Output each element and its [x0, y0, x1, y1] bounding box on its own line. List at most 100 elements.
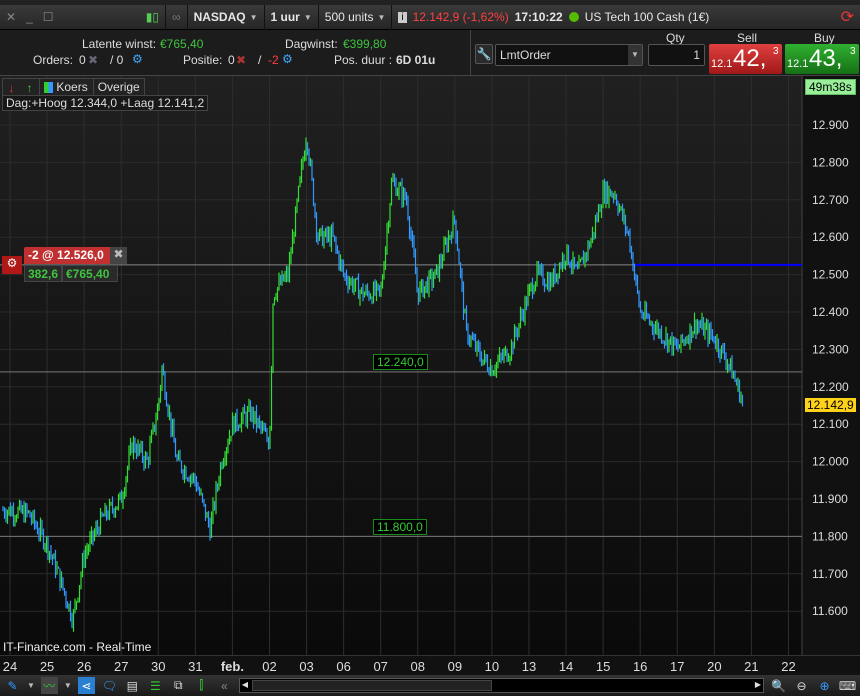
minimize-icon[interactable]: _	[26, 10, 33, 24]
x-tick-label: 02	[262, 659, 277, 674]
position-value: €765,40	[66, 267, 110, 281]
windows-icon[interactable]: ⧉	[170, 677, 187, 694]
zoom-vertical-icon[interactable]: 🔍	[770, 677, 787, 694]
status-dot-icon	[568, 12, 579, 22]
buy-button[interactable]: 12.1 43, 3	[785, 44, 859, 74]
x-tick-label: 10	[484, 659, 500, 674]
horizontal-scrollbar[interactable]: ◀ ▶	[238, 678, 764, 693]
close-position-icon[interactable]: ✖	[236, 53, 246, 67]
latent-label: Latente winst:	[82, 37, 157, 51]
x-tick-label: 09	[447, 659, 463, 674]
pencil-icon[interactable]: ✎	[4, 677, 21, 694]
order-type-select[interactable]: LmtOrder ▼	[495, 44, 643, 66]
position-label: Positie:	[183, 53, 223, 67]
scroll-left-arrow-icon[interactable]: ◀	[242, 680, 248, 689]
tab-koers[interactable]: Koers	[39, 79, 92, 96]
current-price-label: 12.142,9	[805, 398, 856, 412]
exchange-dropdown[interactable]: NASDAQ ▼	[186, 4, 264, 30]
refresh-icon[interactable]: ⟳	[841, 7, 854, 27]
x-tick-label: 15	[595, 659, 611, 674]
wrench-icon[interactable]: 🔧	[475, 44, 493, 64]
sell-button[interactable]: 12.1 42, 3	[709, 44, 782, 74]
chevron-down-icon: ▼	[249, 12, 258, 22]
x-tick-label: 14	[558, 659, 574, 674]
orders-count: 0	[79, 53, 86, 67]
orders-pending: / 0	[110, 53, 124, 67]
level-label[interactable]: 11.800,0	[373, 519, 427, 535]
download-icon[interactable]: ↓	[3, 79, 20, 96]
candles-icon[interactable]: ⫿	[193, 677, 210, 694]
position-size: -2	[268, 53, 279, 67]
x-tick-label: feb.	[220, 659, 244, 674]
day-value: €399,80	[343, 37, 387, 51]
document-icon[interactable]: ▤	[124, 677, 141, 694]
interval-dropdown[interactable]: 1 uur ▼	[263, 4, 318, 30]
zoom-out-icon[interactable]: ⊖	[793, 677, 810, 694]
cancel-orders-icon[interactable]: ✖	[88, 53, 98, 67]
tab-overige[interactable]: Overige	[92, 79, 144, 96]
share-icon[interactable]: ⋖	[77, 677, 95, 694]
units-dropdown[interactable]: 500 units ▼	[317, 4, 392, 30]
x-tick-label: 30	[151, 659, 166, 674]
price-chart[interactable]: 12.900 12.800 12.700 12.600 12.500 12.400 12.3…	[0, 76, 860, 656]
x-tick-label: 16	[632, 659, 648, 674]
upload-icon[interactable]: ↑	[21, 79, 38, 96]
candlestick-icon[interactable]: ▮▯	[146, 10, 159, 24]
series-color-icon	[44, 82, 53, 94]
position-count: 0	[228, 53, 235, 67]
orderbook-icon[interactable]: ☰	[147, 677, 164, 694]
buy-label: Buy	[814, 31, 835, 45]
level-label[interactable]: 12.240,0	[373, 354, 428, 370]
qty-input[interactable]: 1	[648, 44, 705, 66]
units-label: 500 units	[324, 10, 374, 24]
y-tick-label: 11.800	[812, 529, 848, 543]
indicator-icon[interactable]: 〰	[40, 677, 58, 694]
watermark: IT-Finance.com - Real-Time	[3, 640, 152, 654]
x-tick-label: 24	[2, 659, 18, 674]
x-tick-label: 21	[744, 659, 759, 674]
duration-label: Pos. duur :	[334, 53, 393, 67]
chevron-down-icon: ▼	[628, 45, 642, 65]
chart-canvas[interactable]: 12.900 12.800 12.700 12.600 12.500 12.400 12.3…	[0, 76, 860, 656]
chevron-down-icon: ▼	[377, 12, 386, 22]
sell-prefix: 12.1	[711, 58, 733, 70]
separator: /	[258, 53, 262, 67]
close-icon[interactable]: ✖	[110, 247, 127, 264]
y-tick-label: 12.000	[812, 455, 849, 469]
comment-icon[interactable]: 🗨	[101, 677, 118, 694]
keyboard-icon[interactable]: ⌨	[839, 677, 856, 694]
zoom-in-icon[interactable]: ⊕	[816, 677, 833, 694]
y-tick-label: 12.600	[812, 230, 849, 244]
y-tick-label: 12.800	[812, 155, 849, 169]
y-tick-label: 12.700	[812, 193, 849, 207]
sell-label: Sell	[737, 31, 758, 45]
x-tick-label: 20	[707, 659, 722, 674]
candle-timer: 49m38s	[805, 79, 856, 95]
buy-pip: 3	[850, 46, 856, 57]
scroll-right-arrow-icon[interactable]: ▶	[755, 680, 761, 689]
link-icon[interactable]: ∞	[165, 4, 187, 30]
scroll-left-icon[interactable]: «	[216, 677, 233, 694]
chevron-down-icon[interactable]: ▼	[27, 681, 35, 690]
y-tick-label: 12.200	[812, 380, 849, 394]
gear-icon[interactable]: ⚙	[282, 52, 293, 66]
chevron-down-icon: ▼	[303, 12, 312, 22]
position-info-panel: Latente winst: €765,40 Dagwinst: €399,80…	[0, 30, 470, 76]
y-tick-label: 12.900	[812, 118, 849, 132]
time: 17:10:22	[514, 10, 563, 24]
y-tick-label: 11.700	[812, 567, 848, 581]
sell-pip: 3	[773, 46, 779, 57]
position-points: 382,6	[28, 267, 59, 281]
scrollbar-thumb[interactable]	[251, 680, 492, 691]
chevron-down-icon[interactable]: ▼	[64, 681, 72, 690]
gear-icon[interactable]: ⚙	[2, 256, 22, 274]
info-icon[interactable]: i	[398, 11, 407, 23]
position-label[interactable]: -2 @ 12.526,0	[24, 247, 110, 264]
gear-icon[interactable]: ⚙	[132, 52, 143, 66]
y-tick-label: 11.600	[812, 604, 848, 618]
close-icon[interactable]: ✕	[6, 10, 16, 24]
x-tick-label: 08	[410, 659, 425, 674]
x-tick-label: 27	[113, 659, 129, 674]
duration-value: 6D 01u	[396, 53, 436, 67]
maximize-icon[interactable]: ☐	[43, 10, 54, 24]
